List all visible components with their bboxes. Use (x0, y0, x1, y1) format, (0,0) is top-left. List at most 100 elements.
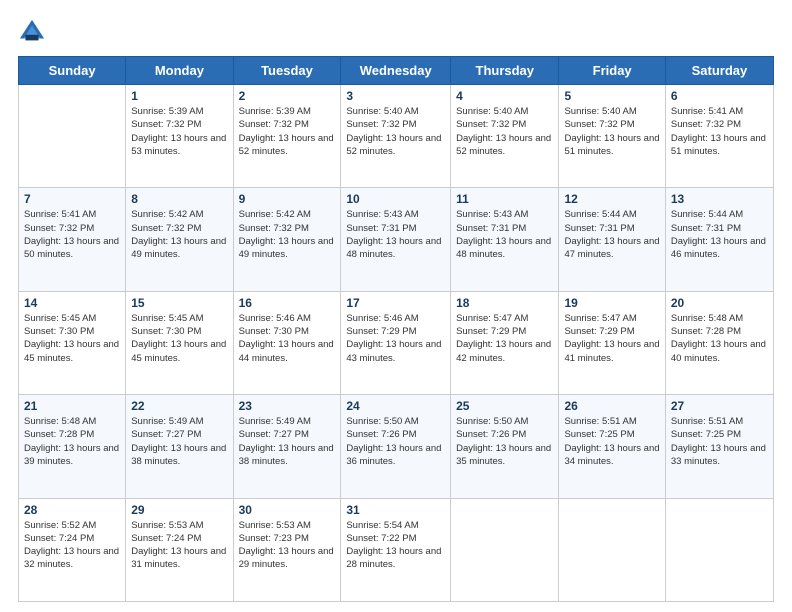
sunrise-text: Sunrise: 5:53 AM (239, 519, 336, 532)
daylight-text: Daylight: 13 hours and 29 minutes. (239, 545, 336, 572)
sunrise-text: Sunrise: 5:51 AM (671, 415, 768, 428)
calendar-cell: 2 Sunrise: 5:39 AM Sunset: 7:32 PM Dayli… (233, 85, 341, 188)
header (18, 18, 774, 46)
sunset-text: Sunset: 7:28 PM (24, 428, 120, 441)
cell-info: Sunrise: 5:53 AM Sunset: 7:23 PM Dayligh… (239, 519, 336, 572)
date-number: 11 (456, 192, 553, 206)
daylight-text: Daylight: 13 hours and 51 minutes. (564, 132, 659, 159)
date-number: 27 (671, 399, 768, 413)
sunrise-text: Sunrise: 5:47 AM (564, 312, 659, 325)
calendar-cell: 9 Sunrise: 5:42 AM Sunset: 7:32 PM Dayli… (233, 188, 341, 291)
daylight-text: Daylight: 13 hours and 45 minutes. (131, 338, 227, 365)
cell-info: Sunrise: 5:49 AM Sunset: 7:27 PM Dayligh… (131, 415, 227, 468)
day-header-wednesday: Wednesday (341, 57, 451, 85)
calendar-cell: 23 Sunrise: 5:49 AM Sunset: 7:27 PM Dayl… (233, 395, 341, 498)
sunset-text: Sunset: 7:27 PM (131, 428, 227, 441)
sunset-text: Sunset: 7:32 PM (346, 118, 445, 131)
cell-info: Sunrise: 5:51 AM Sunset: 7:25 PM Dayligh… (671, 415, 768, 468)
sunrise-text: Sunrise: 5:42 AM (239, 208, 336, 221)
cell-info: Sunrise: 5:54 AM Sunset: 7:22 PM Dayligh… (346, 519, 445, 572)
cell-info: Sunrise: 5:42 AM Sunset: 7:32 PM Dayligh… (131, 208, 227, 261)
calendar-cell: 13 Sunrise: 5:44 AM Sunset: 7:31 PM Dayl… (665, 188, 773, 291)
date-number: 6 (671, 89, 768, 103)
date-number: 14 (24, 296, 120, 310)
cell-info: Sunrise: 5:41 AM Sunset: 7:32 PM Dayligh… (24, 208, 120, 261)
date-number: 17 (346, 296, 445, 310)
week-row-5: 28 Sunrise: 5:52 AM Sunset: 7:24 PM Dayl… (19, 498, 774, 601)
date-number: 16 (239, 296, 336, 310)
calendar-cell: 17 Sunrise: 5:46 AM Sunset: 7:29 PM Dayl… (341, 291, 451, 394)
date-number: 24 (346, 399, 445, 413)
daylight-text: Daylight: 13 hours and 34 minutes. (564, 442, 659, 469)
calendar-cell: 26 Sunrise: 5:51 AM Sunset: 7:25 PM Dayl… (559, 395, 665, 498)
week-row-4: 21 Sunrise: 5:48 AM Sunset: 7:28 PM Dayl… (19, 395, 774, 498)
sunset-text: Sunset: 7:31 PM (456, 222, 553, 235)
logo (18, 18, 50, 46)
date-number: 19 (564, 296, 659, 310)
day-header-tuesday: Tuesday (233, 57, 341, 85)
date-number: 12 (564, 192, 659, 206)
daylight-text: Daylight: 13 hours and 49 minutes. (131, 235, 227, 262)
daylight-text: Daylight: 13 hours and 33 minutes. (671, 442, 768, 469)
calendar-cell: 18 Sunrise: 5:47 AM Sunset: 7:29 PM Dayl… (451, 291, 559, 394)
sunset-text: Sunset: 7:32 PM (564, 118, 659, 131)
sunset-text: Sunset: 7:23 PM (239, 532, 336, 545)
sunrise-text: Sunrise: 5:39 AM (239, 105, 336, 118)
daylight-text: Daylight: 13 hours and 46 minutes. (671, 235, 768, 262)
cell-info: Sunrise: 5:46 AM Sunset: 7:30 PM Dayligh… (239, 312, 336, 365)
daylight-text: Daylight: 13 hours and 35 minutes. (456, 442, 553, 469)
cell-info: Sunrise: 5:44 AM Sunset: 7:31 PM Dayligh… (564, 208, 659, 261)
daylight-text: Daylight: 13 hours and 52 minutes. (239, 132, 336, 159)
sunrise-text: Sunrise: 5:45 AM (131, 312, 227, 325)
sunrise-text: Sunrise: 5:40 AM (564, 105, 659, 118)
sunset-text: Sunset: 7:32 PM (131, 222, 227, 235)
date-number: 23 (239, 399, 336, 413)
daylight-text: Daylight: 13 hours and 39 minutes. (24, 442, 120, 469)
calendar-table: SundayMondayTuesdayWednesdayThursdayFrid… (18, 56, 774, 602)
day-header-monday: Monday (126, 57, 233, 85)
sunrise-text: Sunrise: 5:46 AM (239, 312, 336, 325)
calendar-cell (19, 85, 126, 188)
week-row-2: 7 Sunrise: 5:41 AM Sunset: 7:32 PM Dayli… (19, 188, 774, 291)
cell-info: Sunrise: 5:40 AM Sunset: 7:32 PM Dayligh… (456, 105, 553, 158)
daylight-text: Daylight: 13 hours and 31 minutes. (131, 545, 227, 572)
cell-info: Sunrise: 5:45 AM Sunset: 7:30 PM Dayligh… (131, 312, 227, 365)
calendar-cell: 27 Sunrise: 5:51 AM Sunset: 7:25 PM Dayl… (665, 395, 773, 498)
daylight-text: Daylight: 13 hours and 48 minutes. (346, 235, 445, 262)
header-row: SundayMondayTuesdayWednesdayThursdayFrid… (19, 57, 774, 85)
date-number: 20 (671, 296, 768, 310)
sunset-text: Sunset: 7:31 PM (564, 222, 659, 235)
sunrise-text: Sunrise: 5:53 AM (131, 519, 227, 532)
cell-info: Sunrise: 5:43 AM Sunset: 7:31 PM Dayligh… (346, 208, 445, 261)
sunrise-text: Sunrise: 5:49 AM (239, 415, 336, 428)
calendar-cell: 29 Sunrise: 5:53 AM Sunset: 7:24 PM Dayl… (126, 498, 233, 601)
date-number: 30 (239, 503, 336, 517)
sunrise-text: Sunrise: 5:44 AM (564, 208, 659, 221)
sunrise-text: Sunrise: 5:47 AM (456, 312, 553, 325)
sunset-text: Sunset: 7:28 PM (671, 325, 768, 338)
sunset-text: Sunset: 7:32 PM (239, 118, 336, 131)
sunrise-text: Sunrise: 5:54 AM (346, 519, 445, 532)
cell-info: Sunrise: 5:48 AM Sunset: 7:28 PM Dayligh… (671, 312, 768, 365)
calendar-cell: 6 Sunrise: 5:41 AM Sunset: 7:32 PM Dayli… (665, 85, 773, 188)
sunset-text: Sunset: 7:24 PM (131, 532, 227, 545)
daylight-text: Daylight: 13 hours and 52 minutes. (456, 132, 553, 159)
calendar-cell: 16 Sunrise: 5:46 AM Sunset: 7:30 PM Dayl… (233, 291, 341, 394)
daylight-text: Daylight: 13 hours and 45 minutes. (24, 338, 120, 365)
daylight-text: Daylight: 13 hours and 49 minutes. (239, 235, 336, 262)
sunrise-text: Sunrise: 5:44 AM (671, 208, 768, 221)
daylight-text: Daylight: 13 hours and 50 minutes. (24, 235, 120, 262)
calendar-cell: 19 Sunrise: 5:47 AM Sunset: 7:29 PM Dayl… (559, 291, 665, 394)
cell-info: Sunrise: 5:53 AM Sunset: 7:24 PM Dayligh… (131, 519, 227, 572)
calendar: SundayMondayTuesdayWednesdayThursdayFrid… (18, 56, 774, 602)
sunrise-text: Sunrise: 5:43 AM (346, 208, 445, 221)
sunrise-text: Sunrise: 5:43 AM (456, 208, 553, 221)
cell-info: Sunrise: 5:52 AM Sunset: 7:24 PM Dayligh… (24, 519, 120, 572)
cell-info: Sunrise: 5:51 AM Sunset: 7:25 PM Dayligh… (564, 415, 659, 468)
calendar-cell: 3 Sunrise: 5:40 AM Sunset: 7:32 PM Dayli… (341, 85, 451, 188)
sunset-text: Sunset: 7:24 PM (24, 532, 120, 545)
sunset-text: Sunset: 7:26 PM (456, 428, 553, 441)
sunset-text: Sunset: 7:22 PM (346, 532, 445, 545)
date-number: 7 (24, 192, 120, 206)
date-number: 4 (456, 89, 553, 103)
